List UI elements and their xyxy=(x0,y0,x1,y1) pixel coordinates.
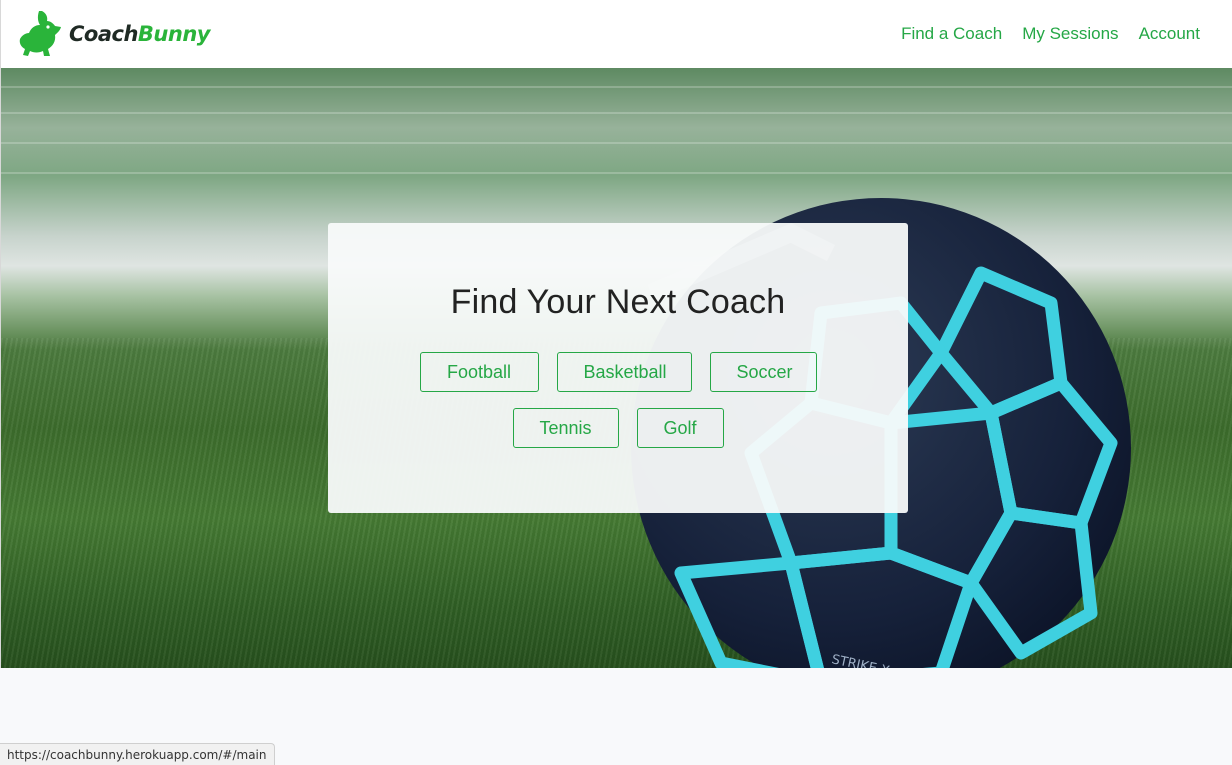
sport-buttons-row-2: Tennis Golf xyxy=(512,408,724,448)
card-title: Find Your Next Coach xyxy=(450,283,786,321)
sport-button-tennis[interactable]: Tennis xyxy=(512,408,619,448)
brand-name-bunny: Bunny xyxy=(137,22,211,46)
find-coach-card: Find Your Next Coach Football Basketball… xyxy=(328,223,908,513)
nav-find-a-coach[interactable]: Find a Coach xyxy=(901,24,1002,44)
brand-name-coach: Coach xyxy=(69,22,138,46)
nav-my-sessions[interactable]: My Sessions xyxy=(1022,24,1118,44)
nav-account[interactable]: Account xyxy=(1139,24,1200,44)
brand-name: CoachBunny xyxy=(69,22,210,46)
goal-net-line xyxy=(1,142,1232,144)
top-navbar: CoachBunny Find a Coach My Sessions Acco… xyxy=(0,0,1232,68)
goal-net-line xyxy=(1,86,1232,88)
sport-button-soccer[interactable]: Soccer xyxy=(709,352,817,392)
status-bar-url: https://coachbunny.herokuapp.com/#/main xyxy=(0,743,275,765)
main-nav: Find a Coach My Sessions Account xyxy=(901,24,1200,44)
sport-button-golf[interactable]: Golf xyxy=(636,408,724,448)
brand-logo-link[interactable]: CoachBunny xyxy=(17,9,210,59)
rabbit-logo-icon xyxy=(19,11,61,56)
sport-button-football[interactable]: Football xyxy=(419,352,539,392)
sport-buttons-row-1: Football Basketball Soccer xyxy=(419,352,817,392)
sport-button-basketball[interactable]: Basketball xyxy=(556,352,692,392)
goal-net-line xyxy=(1,112,1232,114)
goal-net-line xyxy=(1,172,1232,174)
hero-banner: STRIKE X Find Your Next Coach Football B… xyxy=(0,68,1232,668)
